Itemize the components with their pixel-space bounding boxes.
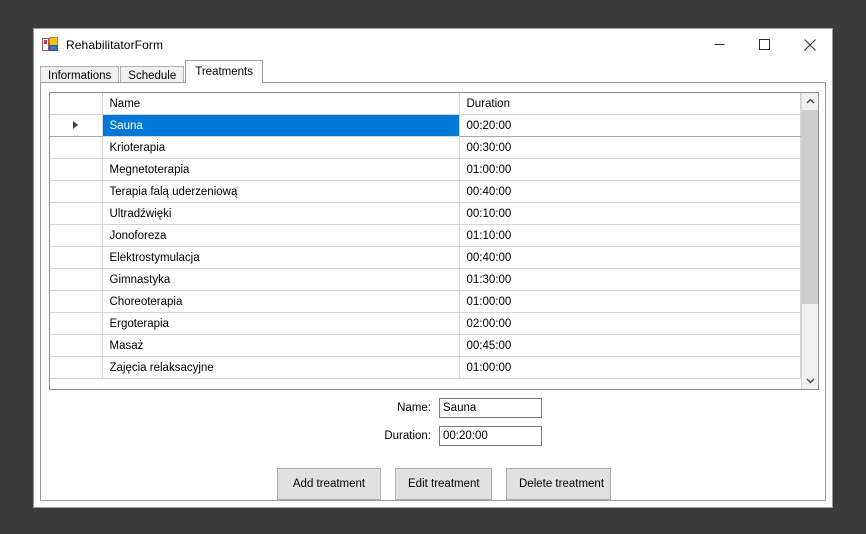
cell-name[interactable]: Jonoforeza	[102, 224, 460, 247]
row-select-caret-icon[interactable]	[50, 114, 103, 137]
title-bar: RehabilitatorForm	[34, 29, 832, 60]
row-header-cell[interactable]	[50, 180, 103, 203]
delete-treatment-button[interactable]: Delete treatment	[506, 468, 611, 500]
chevron-up-icon[interactable]	[802, 93, 818, 110]
cell-name[interactable]: Choreoterapia	[102, 290, 460, 313]
name-label: Name:	[397, 402, 431, 414]
duration-input[interactable]	[439, 426, 542, 446]
window-title: RehabilitatorForm	[66, 37, 164, 52]
column-header-rowselector[interactable]	[50, 93, 103, 115]
cell-name[interactable]: Ultradźwięki	[102, 202, 460, 225]
winforms-app-icon	[42, 36, 58, 53]
table-row[interactable]: Choreoterapia 01:00:00	[50, 290, 801, 313]
table-row[interactable]: Jonoforeza 01:10:00	[50, 224, 801, 247]
row-header-cell[interactable]	[50, 202, 103, 225]
window-controls	[697, 29, 832, 60]
cell-duration[interactable]: 00:20:00	[459, 114, 801, 137]
table-header-row: Name Duration	[50, 93, 801, 115]
scrollbar-thumb[interactable]	[802, 110, 818, 304]
action-button-row: Add treatment Edit treatment Delete trea…	[277, 468, 611, 500]
cell-duration[interactable]: 00:45:00	[459, 334, 801, 357]
close-icon[interactable]	[787, 29, 832, 60]
duration-field-row: Duration:	[331, 426, 542, 446]
table-row[interactable]: Sauna 00:20:00	[50, 114, 801, 137]
edit-treatment-button[interactable]: Edit treatment	[395, 468, 492, 500]
table-row[interactable]: Masaż 00:45:00	[50, 334, 801, 357]
column-header-duration[interactable]: Duration	[459, 93, 801, 115]
table-row[interactable]: Ultradźwięki 00:10:00	[50, 202, 801, 225]
cell-name[interactable]: Gimnastyka	[102, 268, 460, 291]
cell-duration[interactable]: 00:10:00	[459, 202, 801, 225]
table-row[interactable]: Ergoterapia 02:00:00	[50, 312, 801, 335]
column-header-name[interactable]: Name	[102, 93, 460, 115]
row-header-cell[interactable]	[50, 356, 103, 379]
row-header-cell[interactable]	[50, 224, 103, 247]
cell-name[interactable]: Ergoterapia	[102, 312, 460, 335]
cell-name[interactable]: Megnetoterapia	[102, 158, 460, 181]
table-row[interactable]: Megnetoterapia 01:00:00	[50, 158, 801, 181]
cell-duration[interactable]: 00:40:00	[459, 180, 801, 203]
scrollbar-track[interactable]	[802, 110, 818, 372]
maximize-icon[interactable]	[742, 29, 787, 60]
row-header-cell[interactable]	[50, 136, 103, 159]
treatments-table: Name Duration Sauna 00:20:00 Krioterapia 00…	[50, 93, 801, 379]
cell-name[interactable]: Zajęcia relaksacyjne	[102, 356, 460, 379]
cell-duration[interactable]: 00:30:00	[459, 136, 801, 159]
row-header-cell[interactable]	[50, 246, 103, 269]
row-header-cell[interactable]	[50, 268, 103, 291]
row-header-cell[interactable]	[50, 312, 103, 335]
row-header-cell[interactable]	[50, 290, 103, 313]
cell-duration[interactable]: 01:00:00	[459, 290, 801, 313]
cell-name[interactable]: Masaż	[102, 334, 460, 357]
cell-name[interactable]: Elektrostymulacja	[102, 246, 460, 269]
cell-duration[interactable]: 01:00:00	[459, 158, 801, 181]
chevron-down-icon[interactable]	[802, 372, 818, 389]
duration-label: Duration:	[384, 430, 431, 442]
cell-name[interactable]: Terapia falą uderzeniową	[102, 180, 460, 203]
cell-duration[interactable]: 01:10:00	[459, 224, 801, 247]
cell-duration[interactable]: 02:00:00	[459, 312, 801, 335]
minimize-icon[interactable]	[697, 29, 742, 60]
cell-duration[interactable]: 00:40:00	[459, 246, 801, 269]
grid-viewport: Name Duration Sauna 00:20:00 Krioterapia 00…	[50, 93, 801, 389]
add-treatment-button[interactable]: Add treatment	[277, 468, 381, 500]
tab-strip: Informations Schedule Treatments	[40, 60, 826, 85]
table-row[interactable]: Zajęcia relaksacyjne 01:00:00	[50, 356, 801, 379]
cell-name[interactable]: Krioterapia	[102, 136, 460, 159]
cell-duration[interactable]: 01:30:00	[459, 268, 801, 291]
cell-duration[interactable]: 01:00:00	[459, 356, 801, 379]
row-header-cell[interactable]	[50, 158, 103, 181]
table-row[interactable]: Krioterapia 00:30:00	[50, 136, 801, 159]
application-window: RehabilitatorForm Informations Schedule …	[33, 28, 833, 508]
tab-page-treatments: Name Duration Sauna 00:20:00 Krioterapia 00…	[40, 82, 826, 501]
table-row[interactable]: Elektrostymulacja 00:40:00	[50, 246, 801, 269]
table-row[interactable]: Terapia falą uderzeniową 00:40:00	[50, 180, 801, 203]
table-row[interactable]: Gimnastyka 01:30:00	[50, 268, 801, 291]
cell-name[interactable]: Sauna	[102, 114, 460, 137]
grid-vertical-scrollbar[interactable]	[801, 93, 818, 389]
name-field-row: Name:	[331, 398, 542, 418]
tab-treatments[interactable]: Treatments	[185, 60, 263, 83]
name-input[interactable]	[439, 398, 542, 418]
row-header-cell[interactable]	[50, 334, 103, 357]
treatments-data-grid[interactable]: Name Duration Sauna 00:20:00 Krioterapia 00…	[49, 92, 819, 390]
